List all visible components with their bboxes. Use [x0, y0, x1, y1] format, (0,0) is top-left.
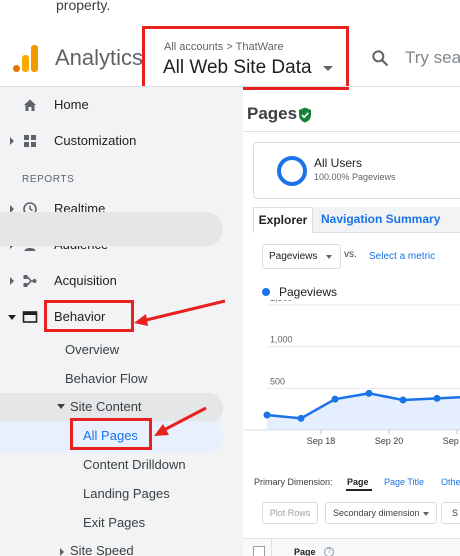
column-header-page[interactable]: Page — [294, 547, 316, 556]
x-tick-label: Sep 18 — [307, 436, 336, 446]
x-tick-label: Sep 20 — [375, 436, 404, 446]
primary-dimension-label: Primary Dimension: — [254, 477, 333, 487]
expand-icon — [10, 137, 14, 145]
sidebar-subitem-behavior-flow[interactable]: Behavior Flow — [65, 371, 147, 386]
sidebar-item-acquisition[interactable]: Acquisition — [0, 264, 243, 298]
data-point — [263, 411, 271, 419]
legend-label: Pageviews — [279, 285, 338, 299]
sidebar-item-home[interactable]: Home — [0, 88, 243, 122]
behavior-annotation-box — [44, 300, 134, 332]
collapse-icon — [57, 404, 65, 409]
help-icon[interactable]: ? — [324, 547, 334, 556]
dimension-other[interactable]: Othe — [441, 477, 460, 487]
sidebar-item-label: Home — [54, 97, 89, 112]
page-title: Pages — [247, 104, 298, 123]
secondary-dimension-label: Secondary dimension — [333, 508, 420, 518]
annotation-arrow-icon — [134, 299, 226, 326]
x-tick-label: Sep 22 — [443, 436, 460, 446]
analytics-logo-icon[interactable] — [13, 45, 39, 72]
dropdown-caret-icon — [326, 255, 332, 259]
view-name: All Web Site Data — [163, 57, 312, 78]
y-tick-label: 1,500 — [270, 300, 293, 303]
segment-card[interactable]: All Users 100.00% Pageviews — [253, 142, 460, 199]
notification-banner: property. — [0, 0, 460, 18]
sidebar-item-label: Customization — [54, 133, 137, 148]
sidebar-subitem-landing-pages[interactable]: Landing Pages — [83, 486, 170, 501]
dimension-page[interactable]: Page — [347, 477, 369, 487]
behavior-icon — [22, 311, 38, 323]
app-title: Analytics — [55, 45, 144, 70]
legend-dot-icon — [262, 288, 270, 296]
data-point — [399, 396, 407, 404]
search-icon[interactable] — [370, 48, 390, 68]
y-tick-label: 1,000 — [270, 335, 293, 345]
sidebar-subitem-overview[interactable]: Overview — [65, 342, 119, 357]
sidebar-item-label: Acquisition — [54, 273, 117, 288]
caret-down-icon — [323, 66, 333, 71]
segment-ring-icon — [277, 156, 307, 186]
reports-heading: REPORTS — [22, 174, 75, 185]
select-all-checkbox[interactable] — [253, 546, 265, 556]
sort-type-button[interactable]: S — [441, 502, 460, 524]
select-metric-link[interactable]: Select a metric — [369, 251, 435, 262]
acquisition-icon — [23, 275, 37, 287]
banner-text: property. — [56, 0, 111, 13]
segment-percentage: 100.00% Pageviews — [314, 172, 396, 182]
sidebar-item-customization[interactable]: Customization — [0, 124, 243, 158]
home-icon — [24, 99, 36, 111]
table-header: Page ? — [243, 538, 460, 556]
search-input[interactable]: Try sear — [405, 48, 460, 68]
data-point — [331, 395, 339, 403]
dimension-page-title[interactable]: Page Title — [384, 477, 424, 487]
segment-name: All Users — [314, 156, 363, 170]
data-point — [365, 389, 373, 397]
data-point — [433, 394, 441, 402]
tab-navigation-summary[interactable]: Navigation Summary — [321, 212, 440, 226]
expand-icon — [60, 548, 64, 556]
expand-icon — [10, 277, 14, 285]
dropdown-caret-icon — [423, 512, 429, 516]
column-divider — [271, 539, 272, 556]
pageviews-chart[interactable]: 1,500 1,000 500 Sep 18 Sep 20 Sep 22 — [243, 300, 460, 450]
collapse-icon — [8, 315, 16, 320]
tab-explorer[interactable]: Explorer — [253, 207, 313, 233]
sidebar-subitem-site-speed[interactable]: Site Speed — [70, 543, 134, 556]
data-point — [297, 414, 305, 422]
dimension-page-underline — [346, 489, 372, 491]
metric-select-value: Pageviews — [269, 251, 318, 262]
account-breadcrumb: All accounts > ThatWare — [164, 41, 284, 53]
all-pages-annotation-box — [70, 418, 152, 450]
plot-rows-button[interactable]: Plot Rows — [262, 502, 318, 524]
secondary-dimension-button[interactable]: Secondary dimension — [325, 502, 437, 524]
verified-shield-icon — [299, 107, 311, 123]
annotation-arrow-icon — [154, 406, 207, 436]
customization-icon — [24, 135, 36, 147]
vs-label: vs. — [344, 249, 357, 260]
metric-select[interactable]: Pageviews — [262, 244, 341, 269]
account-selector[interactable]: All accounts > ThatWare All Web Site Dat… — [142, 26, 349, 90]
sidebar-subitem-site-content[interactable]: Site Content — [70, 399, 142, 414]
sidebar-subitem-content-drilldown[interactable]: Content Drilldown — [83, 457, 186, 472]
title-divider — [243, 131, 460, 132]
sidebar-subitem-exit-pages[interactable]: Exit Pages — [83, 515, 145, 530]
y-tick-label: 500 — [270, 376, 285, 386]
behavior-highlight — [0, 212, 223, 246]
